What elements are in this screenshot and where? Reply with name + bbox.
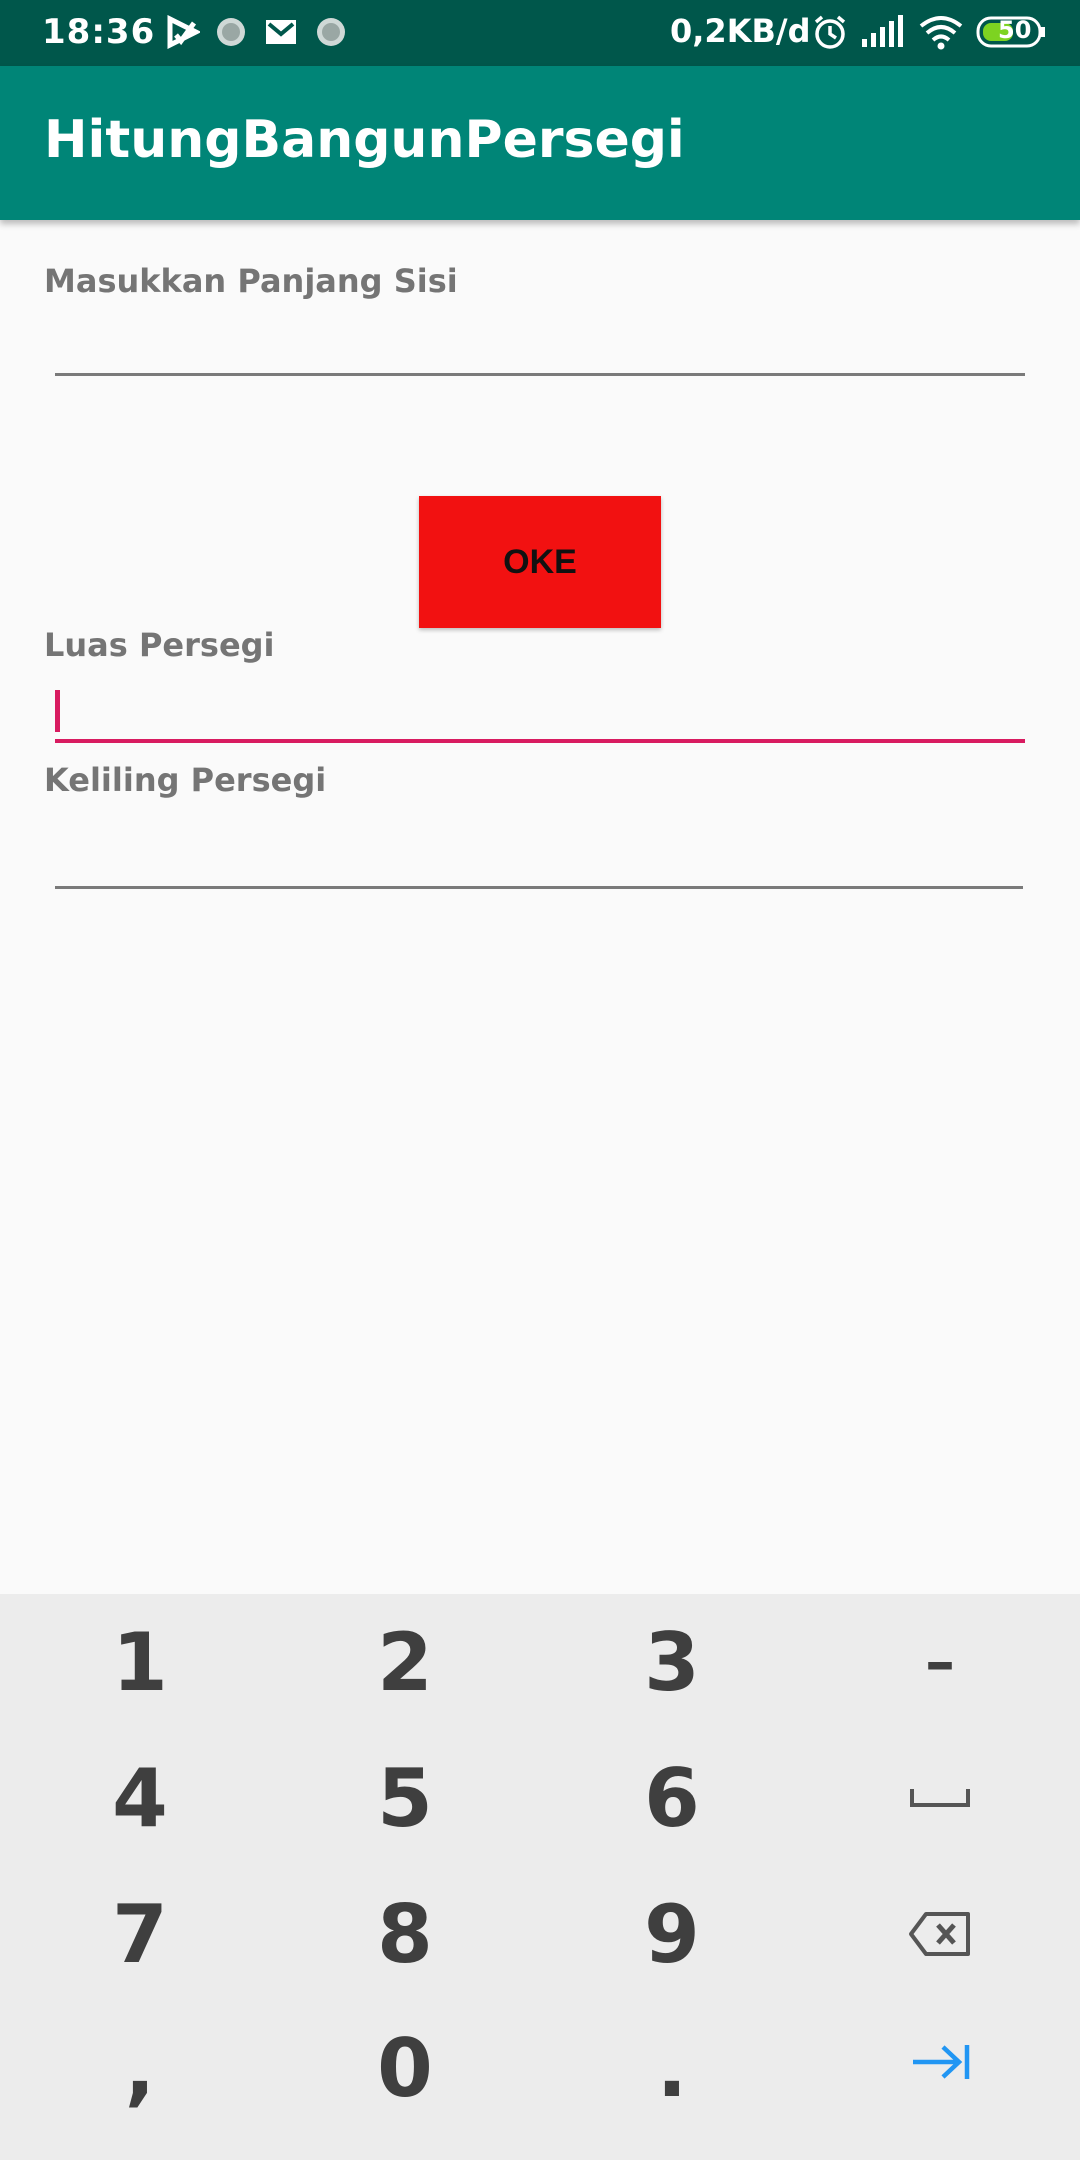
key-5[interactable]: 5 [270, 1730, 540, 1866]
oke-button[interactable]: OKE [419, 496, 661, 628]
area-underline [55, 739, 1025, 743]
text-cursor [55, 690, 60, 732]
key-space[interactable] [805, 1730, 1075, 1866]
status-bar: 18:36 0,2KB/d 50 [0, 0, 1080, 66]
area-input[interactable] [55, 680, 1029, 742]
side-length-input[interactable] [55, 312, 1029, 374]
key-9[interactable]: 9 [537, 1866, 807, 2002]
key-backspace[interactable] [805, 1866, 1075, 2002]
key-2[interactable]: 2 [270, 1594, 540, 1730]
alarm-icon [812, 14, 848, 50]
key-8[interactable]: 8 [270, 1866, 540, 2002]
key-comma[interactable]: , [5, 2000, 275, 2136]
area-label: Luas Persegi [44, 626, 275, 664]
app-title: HitungBangunPersegi [44, 110, 685, 170]
signal-icon [860, 14, 904, 50]
key-3[interactable]: 3 [537, 1594, 807, 1730]
gmail-icon [264, 14, 298, 50]
perimeter-input[interactable] [55, 826, 1029, 888]
tab-next-icon [913, 2045, 970, 2079]
key-7[interactable]: 7 [5, 1866, 275, 2002]
key-minus[interactable]: – [805, 1594, 1075, 1730]
key-period[interactable]: . [537, 2000, 807, 2136]
perimeter-underline [55, 886, 1023, 889]
key-1[interactable]: 1 [5, 1594, 275, 1730]
battery-level: 50 [998, 16, 1032, 44]
space-icon [910, 1789, 970, 1807]
network-speed: 0,2KB/d [670, 12, 811, 50]
key-6[interactable]: 6 [537, 1730, 807, 1866]
app-bar: HitungBangunPersegi [0, 66, 1080, 220]
numeric-keyboard: 1 2 3 – 4 5 6 7 8 9 , 0 . [0, 1594, 1080, 2160]
key-0[interactable]: 0 [270, 2000, 540, 2136]
app-notification-icon [214, 14, 248, 50]
status-time: 18:36 [42, 12, 156, 52]
perimeter-label: Keliling Persegi [44, 761, 327, 799]
side-length-label: Masukkan Panjang Sisi [44, 262, 458, 300]
side-length-underline [55, 373, 1025, 376]
backspace-icon [909, 1912, 970, 1956]
play-store-icon [166, 14, 200, 50]
key-next[interactable] [805, 1994, 1075, 2130]
app-notification-icon [314, 14, 348, 50]
wifi-icon [918, 14, 964, 50]
key-4[interactable]: 4 [5, 1730, 275, 1866]
